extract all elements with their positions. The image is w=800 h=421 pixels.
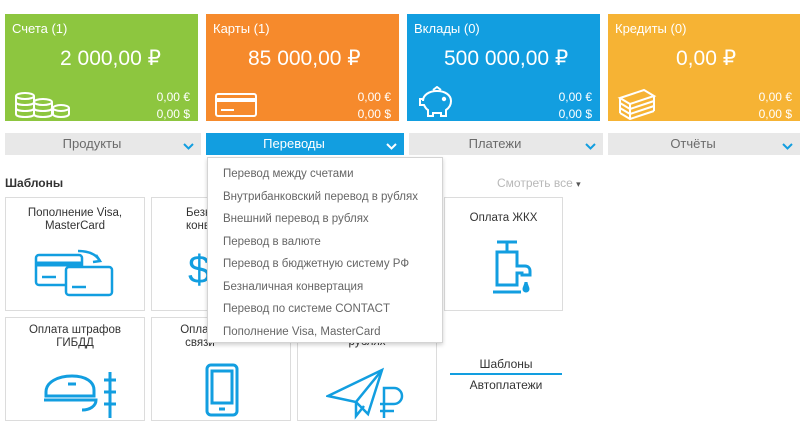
tile-loans[interactable]: Кредиты (0) 0,00 ₽ 0,00 € 0,00 $ [608,14,800,121]
card-label: Пополнение Visa, MasterCard [27,207,123,232]
menu-item-visa-topup[interactable]: Пополнение Visa, MasterCard [208,324,442,347]
money-stack-icon [616,86,658,125]
tile-eur: 0,00 € [156,90,190,104]
tile-eur: 0,00 € [558,90,592,104]
menu-item-currency[interactable]: Перевод в валюте [208,234,442,257]
tile-eur: 0,00 € [357,90,391,104]
menu-item-external-rub[interactable]: Внешний перевод в рублях [208,211,442,234]
tile-cards[interactable]: Карты (1) 85 000,00 ₽ 0,00 € 0,00 $ [206,14,399,121]
tile-usd: 0,00 $ [156,107,190,121]
chevron-down-icon [183,138,194,156]
nav-label: Переводы [263,136,325,151]
police-cap-icon [40,370,120,421]
menu-item-between-accounts[interactable]: Перевод между счетами [208,166,442,189]
tile-amount: 85 000,00 ₽ [248,47,361,70]
nav-transfers[interactable]: Переводы [206,133,404,155]
tile-title: Карты (1) [213,21,270,36]
menu-item-budget[interactable]: Перевод в бюджетную систему РФ [208,256,442,279]
phone-icon [204,362,240,421]
card-label: Оплата штрафов ГИБДД [28,324,121,349]
card-transfer-icon [34,249,114,302]
transfers-dropdown-menu: Перевод между счетами Внутрибанковский п… [207,157,443,343]
template-card-traffic-fines[interactable]: Оплата штрафов ГИБДД [5,317,145,421]
nav-label: Продукты [62,136,122,151]
nav-label: Отчёты [670,136,716,151]
template-links: Шаблоны Автоплатежи [450,357,562,392]
templates-heading: Шаблоны [5,176,64,190]
tile-eur: 0,00 € [758,90,792,104]
paper-plane-ruble-icon [324,366,406,421]
nav-label: Платежи [468,136,522,151]
tile-deposits[interactable]: Вклады (0) 500 000,00 ₽ 0,00 € 0,00 $ [407,14,600,121]
coins-icon [13,90,71,125]
tile-title: Счета (1) [12,21,68,36]
menu-item-intrabank-rub[interactable]: Внутрибанковский перевод в рублях [208,189,442,212]
tile-title: Вклады (0) [414,21,480,36]
tile-usd: 0,00 $ [357,107,391,121]
menu-item-contact[interactable]: Перевод по системе CONTACT [208,301,442,324]
tile-amount: 0,00 ₽ [676,47,737,70]
tile-title: Кредиты (0) [615,21,687,36]
chevron-down-icon [782,138,793,156]
chevron-down-icon [386,138,397,156]
tile-amount: 2 000,00 ₽ [60,47,161,70]
nav-payments[interactable]: Платежи [409,133,603,155]
card-icon [214,92,258,123]
menu-item-conversion[interactable]: Безналичная конвертация [208,279,442,302]
nav-products[interactable]: Продукты [5,133,201,155]
nav-reports[interactable]: Отчёты [608,133,800,155]
chevron-down-icon: ▾ [576,179,581,189]
chevron-down-icon [585,138,596,156]
templates-link[interactable]: Шаблоны [450,357,562,375]
faucet-icon [483,238,533,301]
tile-amount: 500 000,00 ₽ [444,47,569,70]
template-card-visa-topup[interactable]: Пополнение Visa, MasterCard [5,197,145,311]
template-card-utilities[interactable]: Оплата ЖКХ [444,197,563,311]
piggy-bank-icon [415,85,459,125]
autopay-link[interactable]: Автоплатежи [450,375,562,392]
tile-usd: 0,00 $ [758,107,792,121]
see-all-link[interactable]: Смотреть все ▾ [497,176,581,190]
tile-accounts[interactable]: Счета (1) 2 000,00 ₽ 0,00 € 0,00 $ [5,14,198,121]
card-label: Оплата ЖКХ [469,212,538,224]
tile-usd: 0,00 $ [558,107,592,121]
